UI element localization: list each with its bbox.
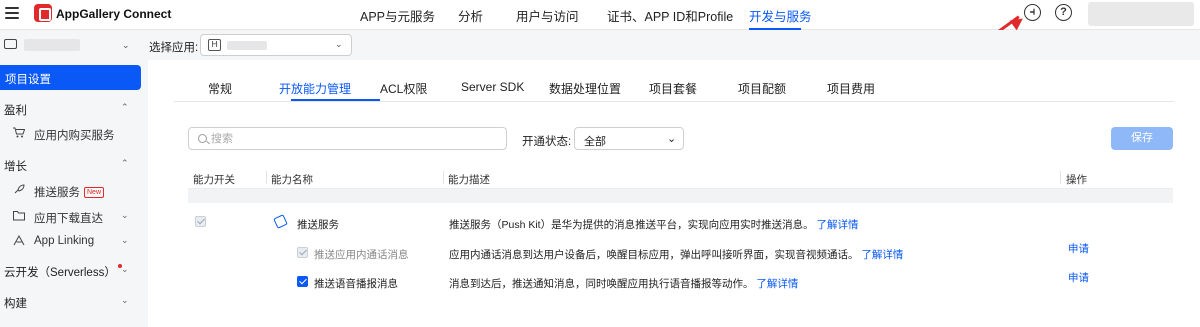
table-header: 能力开关 能力名称 能力描述 操作 [188,168,1173,189]
nav-develop-services[interactable]: 开发与服务 [749,6,812,25]
search-icon [198,134,207,143]
project-folder-icon [4,39,17,49]
capability-description: 应用内通话消息到达用户设备后，唤醒目标应用，弹出呼叫接听界面，实现音视频通话。 … [449,247,903,262]
capability-checkbox[interactable] [297,276,308,287]
capability-checkbox[interactable] [297,247,308,258]
learn-more-link[interactable]: 了解详情 [756,278,798,290]
status-filter-label: 开通状态: [522,136,572,148]
column-header-switch: 能力开关 [193,174,235,186]
apply-button[interactable]: 申请 [1068,270,1089,285]
chevron-down-icon[interactable]: ⌄ [121,235,129,246]
tab-project-cost[interactable]: 项目费用 [827,80,875,97]
main-content: 常规 开放能力管理 ACL权限 Server SDK 数据处理位置 项目套餐 项… [148,60,1200,327]
chevron-down-icon[interactable]: ⌄ [121,264,129,275]
tab-bar: 常规 开放能力管理 ACL权限 Server SDK 数据处理位置 项目套餐 项… [174,60,1174,102]
tab-acl[interactable]: ACL权限 [380,80,427,97]
column-divider [1060,171,1061,184]
nav-app-services[interactable]: APP与元服务 [360,6,435,25]
help-icon[interactable]: ? [1055,4,1072,21]
select-app-label: 选择应用: [149,42,199,54]
capability-name: 推送服务 [297,219,339,231]
status-filter-value: 全部 [584,136,606,148]
column-header-description: 能力描述 [448,174,490,186]
column-header-action: 操作 [1066,174,1087,186]
learn-more-link[interactable]: 了解详情 [861,249,903,261]
push-service-icon [273,214,288,229]
capability-name: 推送语音播报消息 [314,278,398,290]
apply-button[interactable]: 申请 [1068,241,1089,256]
sidebar-item-project-settings[interactable]: 项目设置 [0,65,141,90]
chevron-down-icon: ⌄ [667,133,677,145]
sidebar-item-push[interactable]: 推送服务 New [34,184,105,200]
project-bar: ⌄ 选择应用: H ⌄ [0,30,1200,60]
sidebar-item-app-download[interactable]: 应用下载直达 [34,210,103,226]
project-selector[interactable] [24,39,80,51]
capability-description: 推送服务（Push Kit）是华为提供的消息推送平台，实现向应用实时推送消息。 … [449,217,859,232]
sidebar-group-monetize[interactable]: 盈利 [4,102,27,118]
support-icon[interactable]: ⫞ [1024,4,1041,21]
link-icon [13,235,25,246]
tab-general[interactable]: 常规 [208,80,232,97]
tab-api-management[interactable]: 开放能力管理 [279,80,351,97]
sidebar-item-iap[interactable]: 应用内购买服务 [34,127,115,143]
appgallery-logo-icon [34,4,52,22]
capability-checkbox[interactable] [195,216,206,227]
tab-server-sdk[interactable]: Server SDK [461,80,524,94]
folder-icon [13,211,25,221]
chevron-down-icon[interactable]: ⌄ [122,40,130,51]
capability-name: 推送应用内通话消息 [314,249,409,261]
chevron-down-icon[interactable]: ⌄ [121,210,129,221]
capability-description: 消息到达后，推送通知消息，同时唤醒应用执行语音播报等动作。 了解详情 [449,276,798,291]
nav-certificates[interactable]: 证书、APP ID和Profile [607,6,733,25]
chevron-up-icon[interactable]: ⌃ [121,102,129,113]
rocket-icon [14,184,25,194]
description-text: 消息到达后，推送通知消息，同时唤醒应用执行语音播报等动作。 [449,278,754,290]
sidebar-group-label: 云开发（Serverless） [4,267,116,279]
search-box [188,127,507,150]
chevron-down-icon[interactable]: ⌄ [121,295,129,306]
tab-active-indicator [291,99,380,101]
learn-more-link[interactable]: 了解详情 [817,219,859,231]
sidebar-group-growth[interactable]: 增长 [4,158,27,174]
new-badge: New [84,187,105,199]
app-name [227,41,267,50]
account-area[interactable] [1088,2,1194,26]
nav-analytics[interactable]: 分析 [458,6,483,25]
menu-icon[interactable] [5,7,19,19]
status-filter-select[interactable]: 全部 ⌄ [574,127,684,150]
sidebar-group-serverless[interactable]: 云开发（Serverless） [4,264,122,280]
save-button[interactable]: 保存 [1111,127,1173,150]
cart-icon [13,127,25,138]
nav-users-access[interactable]: 用户与访问 [516,6,579,25]
tab-project-quota[interactable]: 项目配额 [738,80,786,97]
sidebar-item-app-linking[interactable]: App Linking [34,235,94,247]
description-text: 推送服务（Push Kit）是华为提供的消息推送平台，实现向应用实时推送消息。 [449,219,814,231]
column-divider [266,171,267,184]
brand-name: AppGallery Connect [56,7,172,21]
sidebar-group-build[interactable]: 构建 [4,295,27,311]
chevron-down-icon: ⌄ [335,39,343,49]
app-selector[interactable]: H ⌄ [200,34,352,56]
description-text: 应用内通话消息到达用户设备后，唤醒目标应用，弹出呼叫接听界面，实现音视频通话。 [449,249,859,261]
search-input[interactable] [211,131,491,146]
column-divider [443,171,444,184]
tab-data-location[interactable]: 数据处理位置 [549,80,621,97]
sidebar: 项目设置 盈利 ⌃ 应用内购买服务 增长 ⌃ 推送服务 New 应用下载直达 ⌄ … [0,60,148,327]
table-group-band [188,189,1173,203]
chevron-up-icon[interactable]: ⌃ [121,158,129,169]
sidebar-item-label: 推送服务 [34,187,80,199]
tab-project-plan[interactable]: 项目套餐 [649,80,697,97]
column-header-name: 能力名称 [271,174,313,186]
app-icon: H [208,39,221,51]
